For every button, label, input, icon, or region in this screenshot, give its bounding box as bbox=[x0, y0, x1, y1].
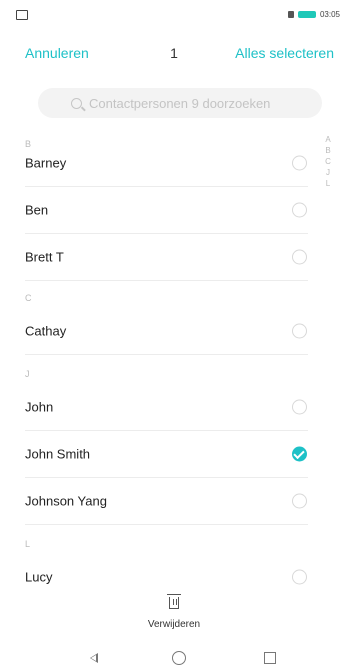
contact-name: Brett T bbox=[25, 249, 64, 265]
sim-icon bbox=[287, 11, 294, 18]
select-all-button[interactable]: Alles selecteren bbox=[235, 45, 334, 61]
contact-row-lucy[interactable]: Lucy bbox=[25, 554, 308, 585]
contact-list[interactable]: B Barney Ben Brett T C Cathay J John Joh… bbox=[0, 130, 348, 585]
recent-apps-icon[interactable] bbox=[264, 652, 276, 664]
index-letter[interactable]: B bbox=[325, 145, 330, 156]
contact-name: Cathay bbox=[25, 323, 67, 339]
checkmark-icon bbox=[293, 447, 305, 460]
select-radio[interactable] bbox=[292, 155, 307, 171]
status-time: 03:05 bbox=[319, 10, 340, 19]
delete-button[interactable]: Verwijderen bbox=[139, 593, 209, 633]
status-bar: 03:05 bbox=[0, 0, 348, 30]
contact-row-barney[interactable]: Barney bbox=[25, 140, 308, 187]
contact-row-john[interactable]: John bbox=[25, 384, 308, 431]
contact-name: Barney bbox=[25, 155, 67, 171]
status-right: 03:05 bbox=[287, 10, 340, 19]
select-radio[interactable] bbox=[292, 202, 307, 218]
select-radio[interactable] bbox=[292, 249, 307, 265]
select-radio-checked[interactable] bbox=[292, 446, 307, 462]
contact-row-johnson-yang[interactable]: Johnson Yang bbox=[25, 478, 308, 525]
search-icon bbox=[71, 97, 82, 109]
system-navbar bbox=[0, 640, 348, 670]
topbar: Annuleren 1 Alles selecteren bbox=[0, 38, 348, 68]
screenshot-notification-icon bbox=[16, 10, 28, 20]
index-letter[interactable]: L bbox=[326, 178, 330, 189]
battery-icon bbox=[297, 11, 316, 18]
search-bar[interactable] bbox=[38, 88, 322, 118]
contact-name: Ben bbox=[25, 202, 49, 218]
section-header-l: L bbox=[25, 539, 31, 549]
contact-row-ben[interactable]: Ben bbox=[25, 187, 308, 234]
select-radio[interactable] bbox=[292, 569, 307, 585]
contact-name: John bbox=[25, 399, 54, 415]
select-radio[interactable] bbox=[292, 493, 307, 509]
index-letter[interactable]: A bbox=[325, 134, 330, 145]
index-letter[interactable]: C bbox=[325, 156, 331, 167]
index-letter[interactable]: J bbox=[326, 167, 330, 178]
home-icon[interactable] bbox=[172, 651, 186, 665]
bottom-action-bar: Verwijderen bbox=[0, 585, 348, 635]
contact-name: John Smith bbox=[25, 446, 91, 462]
section-header-j: J bbox=[25, 369, 30, 379]
select-radio[interactable] bbox=[292, 399, 307, 415]
contact-row-john-smith[interactable]: John Smith bbox=[25, 431, 308, 478]
delete-label: Verwijderen bbox=[147, 619, 201, 630]
trash-icon bbox=[167, 594, 181, 609]
contact-row-cathay[interactable]: Cathay bbox=[25, 308, 308, 355]
contact-row-brett-t[interactable]: Brett T bbox=[25, 234, 308, 281]
back-icon[interactable] bbox=[90, 653, 98, 663]
contact-name: Johnson Yang bbox=[25, 493, 107, 509]
search-input[interactable] bbox=[89, 95, 289, 111]
contact-name: Lucy bbox=[25, 569, 53, 585]
alphabet-index[interactable]: A B C J L bbox=[322, 134, 334, 189]
section-header-c: C bbox=[25, 293, 32, 303]
select-radio[interactable] bbox=[292, 323, 307, 339]
